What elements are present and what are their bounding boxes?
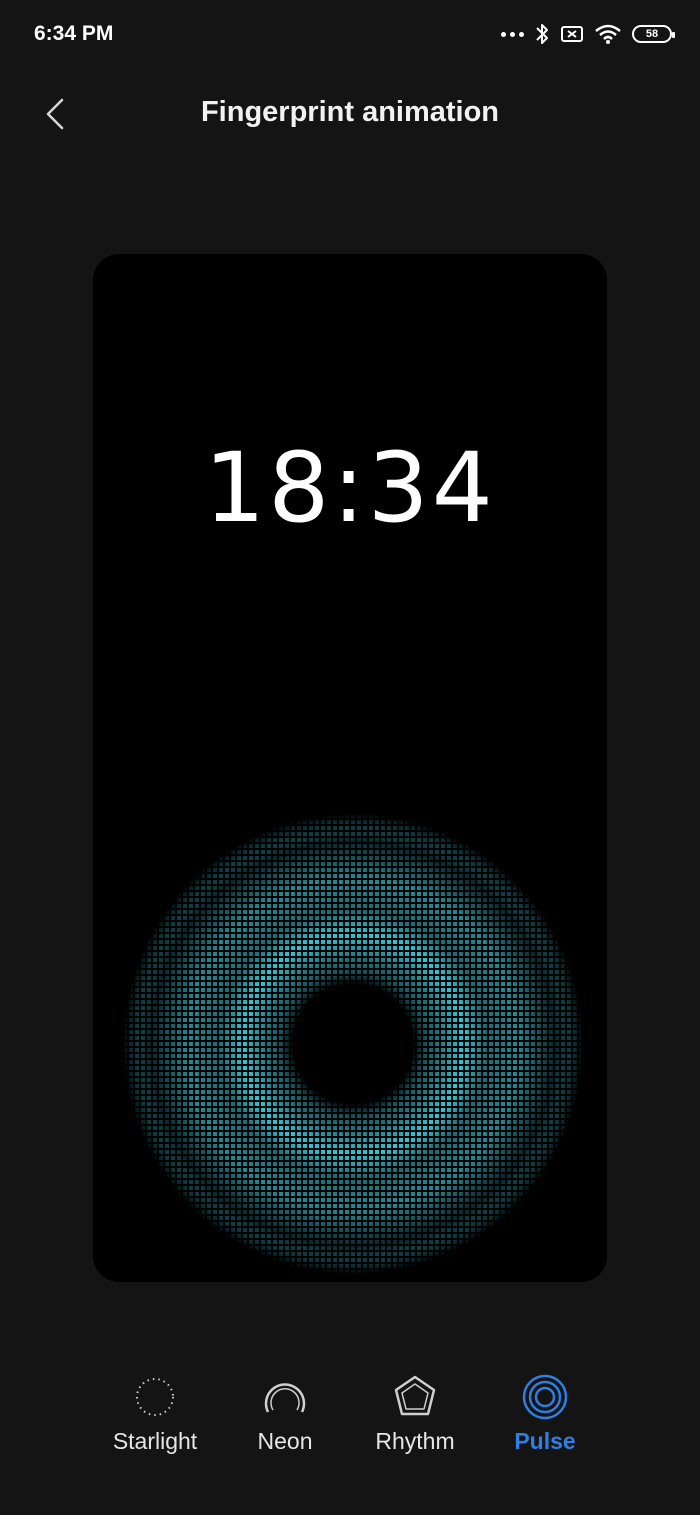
option-pulse[interactable]: Pulse (480, 1372, 610, 1472)
header: Fingerprint animation (0, 80, 700, 150)
animation-options: Starlight Neon Rhythm Pulse (90, 1372, 610, 1472)
battery-icon: 58 (632, 25, 675, 43)
status-bar: 6:34 PM 58 (0, 0, 700, 70)
wifi-icon (595, 24, 621, 44)
status-time: 6:34 PM (34, 22, 114, 45)
option-starlight[interactable]: Starlight (90, 1372, 220, 1472)
battery-level: 58 (645, 28, 659, 40)
preview-clock: 18:34 (204, 432, 496, 544)
option-label: Rhythm (375, 1428, 455, 1454)
status-icons: 58 (501, 20, 675, 48)
option-label: Neon (257, 1428, 313, 1454)
option-label: Starlight (112, 1428, 198, 1454)
bluetooth-icon (536, 24, 548, 44)
option-rhythm[interactable]: Rhythm (350, 1372, 480, 1472)
animation-preview: 18:34 (93, 254, 607, 1282)
neon-icon (264, 1383, 306, 1413)
pulse-icon (522, 1374, 568, 1420)
more-dots-icon (501, 31, 524, 37)
page-title: Fingerprint animation (200, 96, 500, 128)
sim-error-icon (561, 26, 583, 42)
rhythm-icon (394, 1375, 436, 1416)
option-neon[interactable]: Neon (220, 1372, 350, 1472)
pulse-animation (123, 814, 583, 1274)
starlight-icon (136, 1378, 174, 1416)
option-label: Pulse (514, 1428, 576, 1454)
